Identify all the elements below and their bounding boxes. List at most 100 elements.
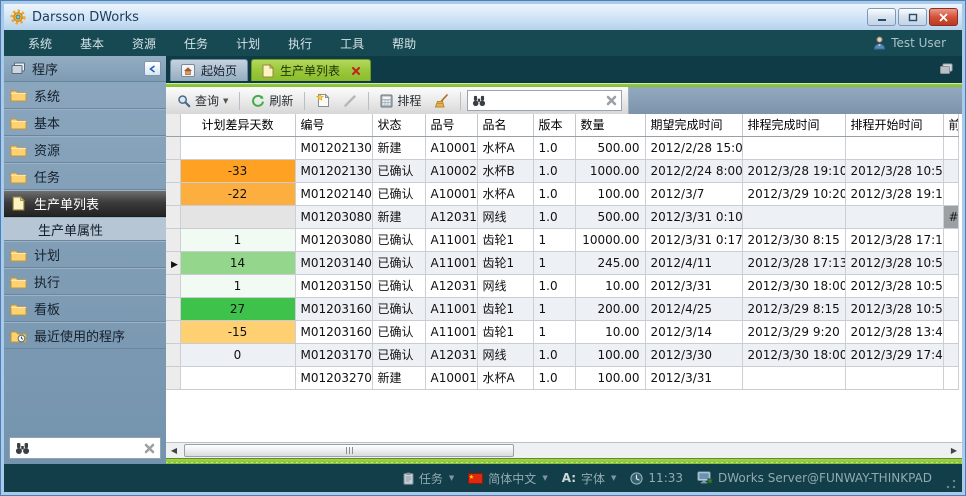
resize-grip[interactable] [946, 479, 956, 489]
cell-item-no[interactable]: A10002 [425, 159, 477, 182]
cell-quantity[interactable]: 10.00 [575, 320, 645, 343]
cell-scheduled-finish[interactable] [742, 136, 845, 159]
column-header-8[interactable]: 排程完成时间 [742, 114, 845, 136]
cell-status[interactable]: 新建 [372, 366, 425, 389]
cell-plan-diff-days[interactable] [180, 205, 295, 228]
sidebar-item-2[interactable]: 资源 [4, 136, 166, 163]
cell-status[interactable]: 已确认 [372, 320, 425, 343]
cell-item-no[interactable]: A10001 [425, 182, 477, 205]
menu-item-2[interactable]: 资源 [118, 31, 170, 56]
menu-item-1[interactable]: 基本 [66, 31, 118, 56]
sidebar-item-8[interactable]: 看板 [4, 295, 166, 322]
cell-item-name[interactable]: 网线 [477, 205, 533, 228]
cell-plan-diff-days[interactable]: -33 [180, 159, 295, 182]
cell-overflow[interactable] [943, 136, 958, 159]
cell-scheduled-finish[interactable]: 2012/3/28 17:13 [742, 251, 845, 274]
status-task-dropdown[interactable]: 任务 ▼ [403, 470, 454, 487]
cell-version[interactable]: 1 [533, 297, 575, 320]
scroll-left-icon[interactable]: ◀ [166, 443, 182, 458]
cell-expected-finish[interactable]: 2012/3/31 [645, 274, 742, 297]
cell-overflow[interactable] [943, 297, 958, 320]
cell-version[interactable]: 1 [533, 320, 575, 343]
cell-item-no[interactable]: A11001 [425, 251, 477, 274]
column-header-9[interactable]: 排程开始时间 [845, 114, 943, 136]
cell-status[interactable]: 已确认 [372, 251, 425, 274]
cell-overflow[interactable] [943, 274, 958, 297]
scroll-right-icon[interactable]: ▶ [946, 443, 962, 458]
cell-order-code[interactable]: M012031701 [295, 343, 372, 366]
cell-scheduled-finish[interactable]: 2012/3/29 10:20 [742, 182, 845, 205]
restore-button[interactable] [898, 8, 927, 26]
column-header-2[interactable]: 状态 [372, 114, 425, 136]
cell-item-name[interactable]: 齿轮1 [477, 297, 533, 320]
cell-status[interactable]: 已确认 [372, 343, 425, 366]
cell-quantity[interactable]: 100.00 [575, 343, 645, 366]
cell-scheduled-finish[interactable]: 2012/3/30 8:15 [742, 228, 845, 251]
cell-overflow[interactable] [943, 182, 958, 205]
cell-expected-finish[interactable]: 2012/2/28 15:00 [645, 136, 742, 159]
menu-item-4[interactable]: 计划 [222, 31, 274, 56]
cell-quantity[interactable]: 245.00 [575, 251, 645, 274]
cell-item-name[interactable]: 水杯A [477, 182, 533, 205]
cell-status[interactable]: 已确认 [372, 159, 425, 182]
cell-plan-diff-days[interactable] [180, 136, 295, 159]
cell-quantity[interactable]: 100.00 [575, 366, 645, 389]
cell-quantity[interactable]: 10000.00 [575, 228, 645, 251]
cell-item-no[interactable]: A11001 [425, 320, 477, 343]
cell-status[interactable]: 已确认 [372, 297, 425, 320]
cell-status[interactable]: 已确认 [372, 228, 425, 251]
cell-scheduled-start[interactable] [845, 366, 943, 389]
sidebar-item-4[interactable]: 生产单列表 [4, 190, 166, 217]
cell-expected-finish[interactable]: 2012/3/31 0:10 [645, 205, 742, 228]
cell-plan-diff-days[interactable]: 0 [180, 343, 295, 366]
sidebar-item-5[interactable]: 生产单属性 [4, 217, 166, 241]
cell-plan-diff-days[interactable]: 1 [180, 228, 295, 251]
cell-item-name[interactable]: 网线 [477, 343, 533, 366]
cell-item-name[interactable]: 水杯A [477, 366, 533, 389]
cell-scheduled-start[interactable]: 2012/3/28 10:52 [845, 251, 943, 274]
schedule-button[interactable]: 排程 [375, 90, 426, 111]
cell-scheduled-start[interactable]: 2012/3/28 17:13 [845, 228, 943, 251]
cell-version[interactable]: 1 [533, 228, 575, 251]
sidebar-item-7[interactable]: 执行 [4, 268, 166, 295]
cell-order-code[interactable]: M012031501 [295, 274, 372, 297]
cell-plan-diff-days[interactable] [180, 366, 295, 389]
cell-item-name[interactable]: 网线 [477, 274, 533, 297]
cell-order-code[interactable]: M012030801 [295, 205, 372, 228]
sidebar-item-6[interactable]: 计划 [4, 241, 166, 268]
cell-status[interactable]: 新建 [372, 136, 425, 159]
cell-version[interactable]: 1.0 [533, 274, 575, 297]
cell-scheduled-start[interactable]: 2012/3/28 19:10 [845, 182, 943, 205]
cell-item-no[interactable]: A10001 [425, 136, 477, 159]
cell-scheduled-start[interactable]: 2012/3/28 10:52 [845, 159, 943, 182]
clean-button[interactable] [429, 92, 454, 110]
cell-plan-diff-days[interactable]: -22 [180, 182, 295, 205]
cell-scheduled-finish[interactable]: 2012/3/30 18:00 [742, 343, 845, 366]
cell-quantity[interactable]: 500.00 [575, 205, 645, 228]
query-caret-icon[interactable]: ▼ [223, 97, 228, 105]
cell-order-code[interactable]: M012021302 [295, 159, 372, 182]
cell-expected-finish[interactable]: 2012/3/7 [645, 182, 742, 205]
column-header-3[interactable]: 品号 [425, 114, 477, 136]
menu-item-3[interactable]: 任务 [170, 31, 222, 56]
menu-item-6[interactable]: 工具 [326, 31, 378, 56]
minimize-button[interactable] [867, 8, 896, 26]
cell-scheduled-finish[interactable] [742, 366, 845, 389]
sidebar-search-input[interactable] [35, 441, 139, 455]
cell-expected-finish[interactable]: 2012/4/11 [645, 251, 742, 274]
cell-order-code[interactable]: M012021301 [295, 136, 372, 159]
cell-scheduled-start[interactable] [845, 136, 943, 159]
horizontal-scrollbar[interactable]: ◀ ▶ [166, 442, 962, 458]
menu-item-5[interactable]: 执行 [274, 31, 326, 56]
cell-order-code[interactable]: M012030802 [295, 228, 372, 251]
close-button[interactable] [929, 8, 958, 26]
cell-scheduled-start[interactable] [845, 205, 943, 228]
cell-order-code[interactable]: M012032701 [295, 366, 372, 389]
status-font-dropdown[interactable]: A: 字体 ▼ [562, 470, 617, 487]
tab-list-icon[interactable] [939, 63, 954, 75]
sidebar-item-3[interactable]: 任务 [4, 163, 166, 190]
cell-plan-diff-days[interactable]: 14 [180, 251, 295, 274]
toolbar-search-clear-icon[interactable] [606, 95, 617, 106]
column-header-10[interactable]: 前 [943, 114, 958, 136]
cell-order-code[interactable]: M012031402 [295, 251, 372, 274]
